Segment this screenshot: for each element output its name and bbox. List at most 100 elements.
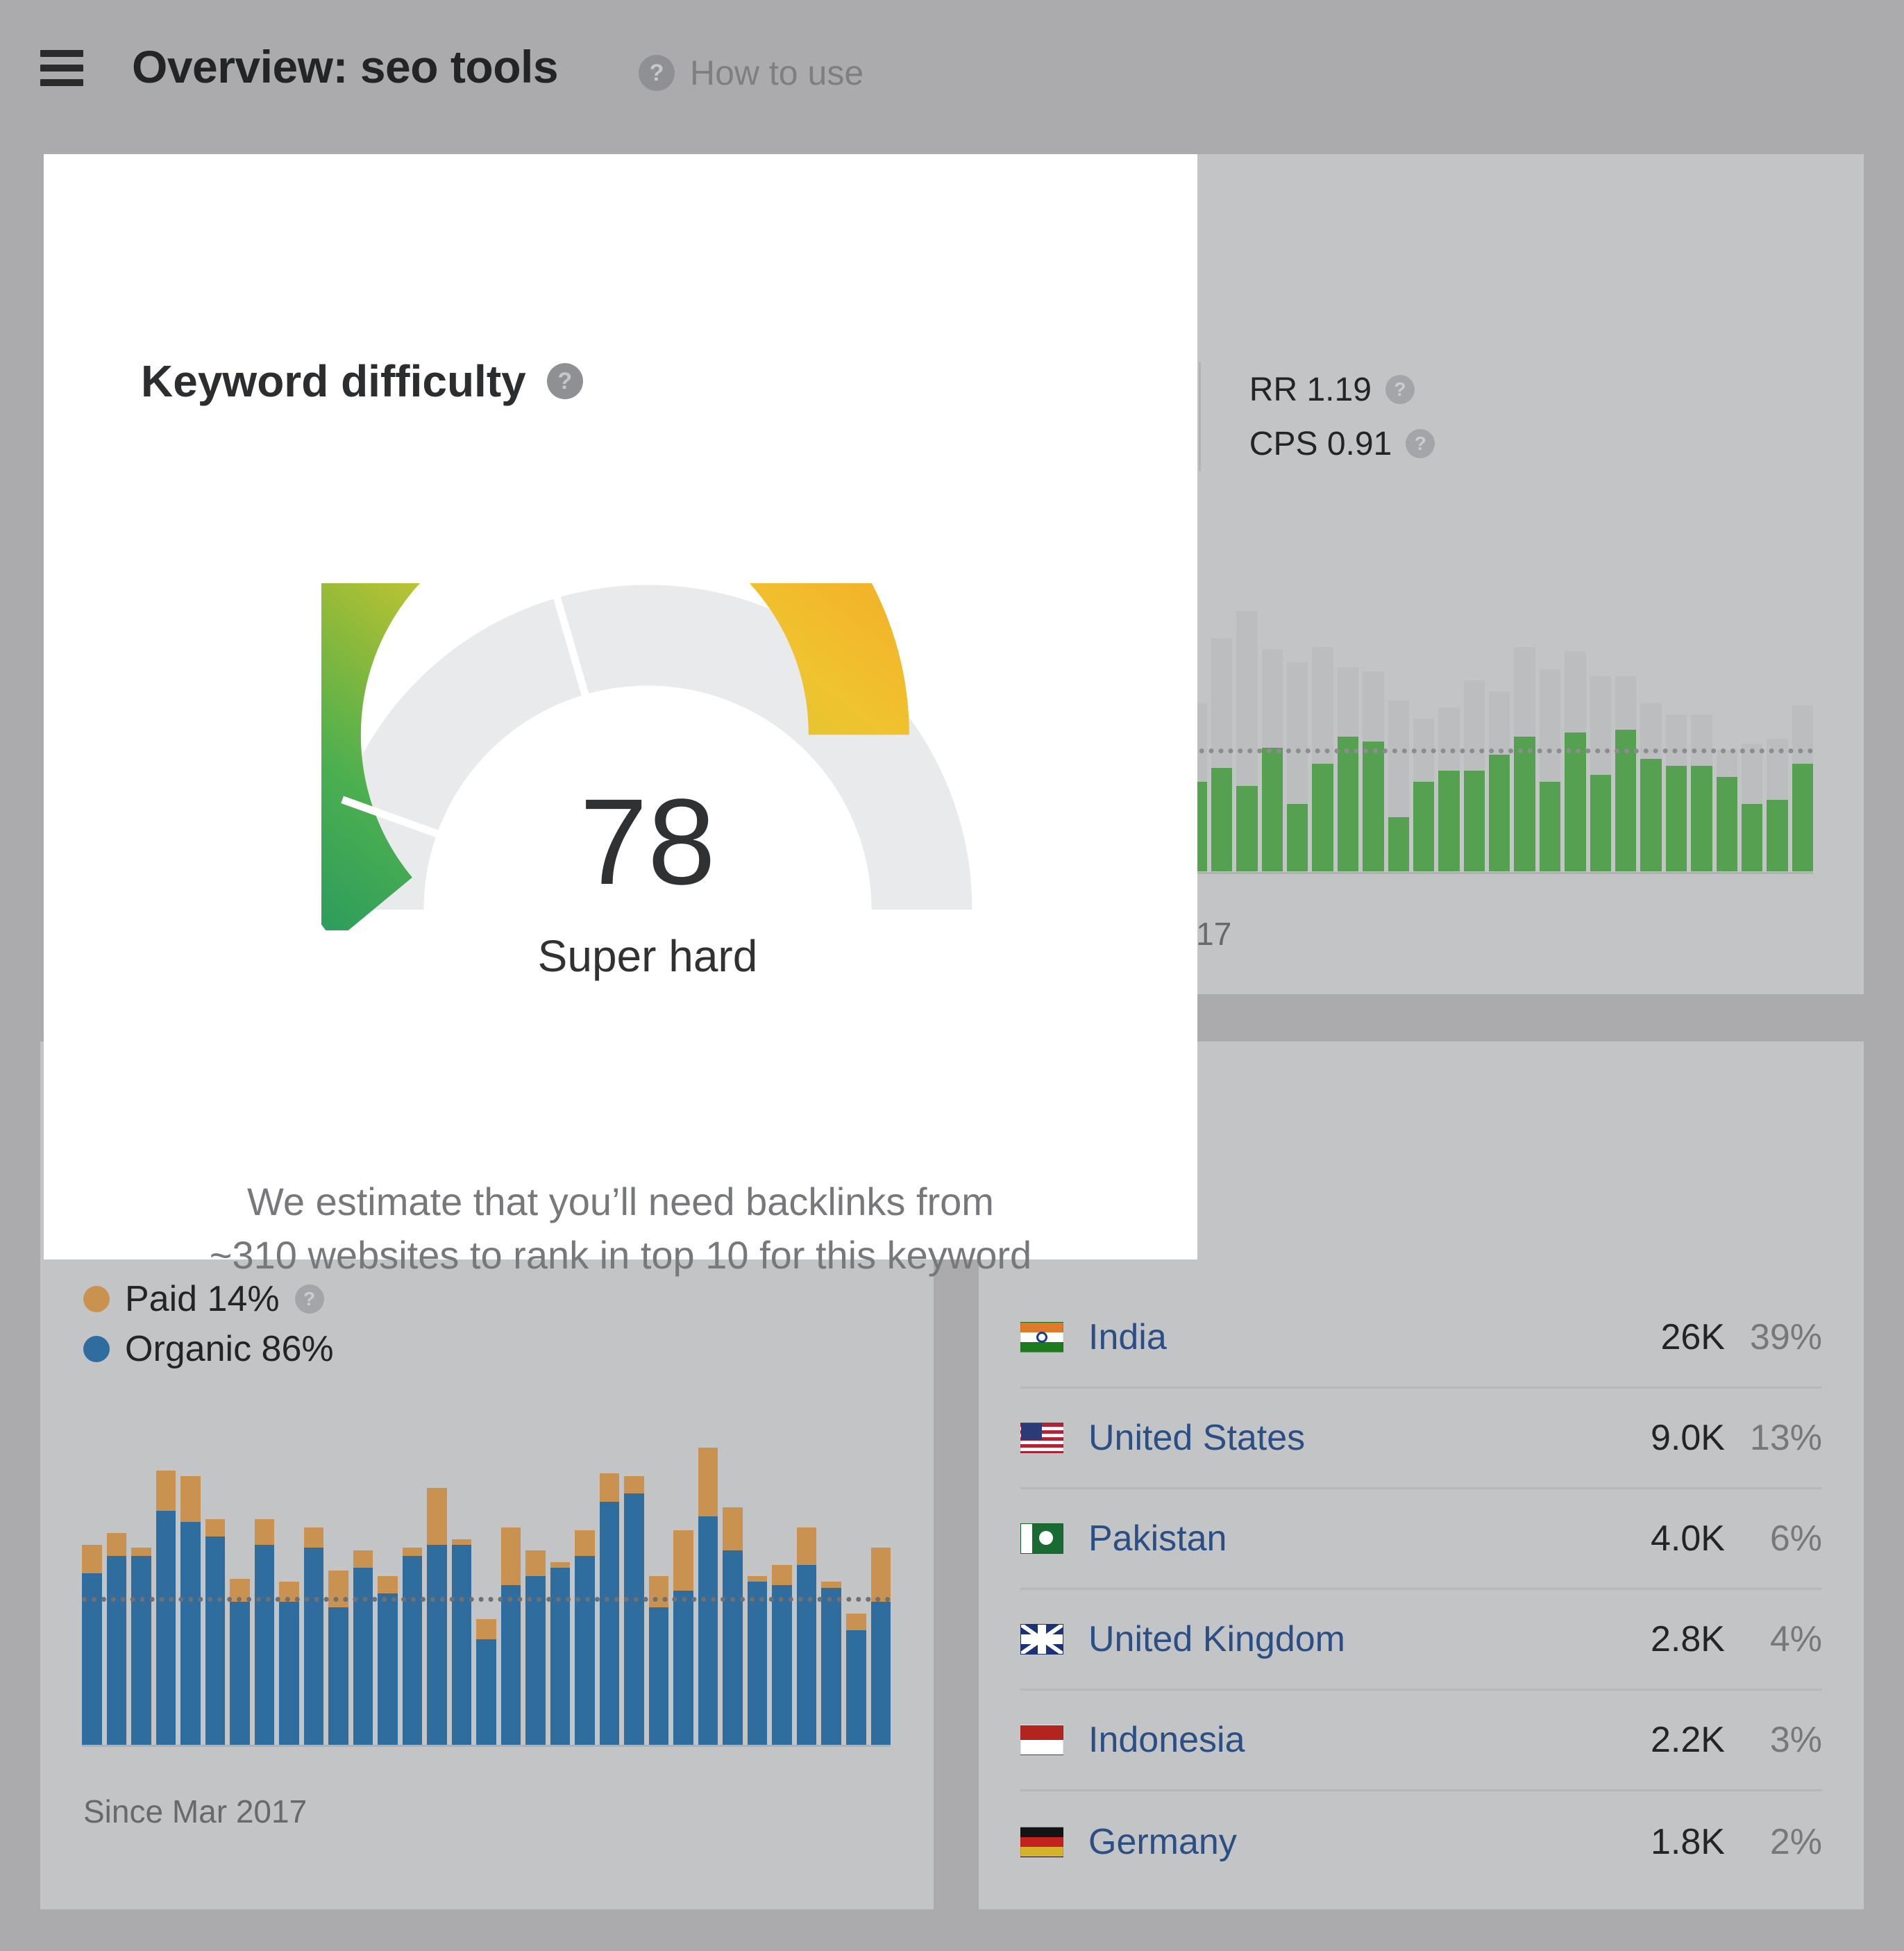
bar-segment-upper (1262, 649, 1283, 748)
bar-segment-upper (525, 1550, 546, 1576)
bar-column[interactable] (255, 1448, 275, 1745)
country-row[interactable]: United Kingdom2.8K4% (1020, 1590, 1822, 1691)
bar-column[interactable] (1767, 611, 1787, 871)
bar-segment-upper (353, 1550, 373, 1568)
bar-column[interactable] (871, 1448, 891, 1745)
bar-segment-upper (698, 1448, 718, 1516)
bar-column[interactable] (1691, 611, 1712, 871)
country-name-link[interactable]: India (1088, 1316, 1593, 1358)
country-name-link[interactable]: United States (1088, 1417, 1593, 1459)
bar-segment-upper (550, 1562, 571, 1568)
country-row[interactable]: India26K39% (1020, 1288, 1822, 1389)
hamburger-icon[interactable] (40, 50, 83, 86)
bar-column[interactable] (1211, 611, 1232, 871)
clicks-legend: Paid 14% ? Organic 86% (83, 1274, 334, 1374)
country-row[interactable]: Indonesia2.2K3% (1020, 1691, 1822, 1791)
bar-column[interactable] (698, 1448, 718, 1745)
flag-id-icon (1020, 1725, 1063, 1755)
bar-segment-lower (600, 1502, 620, 1745)
modal-note-line-1: We estimate that you’ll need backlinks f… (141, 1175, 1100, 1228)
bar-segment-upper (1287, 662, 1308, 804)
bar-segment-lower (1438, 771, 1459, 871)
bar-segment-lower (1640, 759, 1661, 871)
bar-segment-lower (797, 1565, 817, 1745)
country-name-link[interactable]: Germany (1088, 1821, 1593, 1863)
bar-column[interactable] (624, 1448, 644, 1745)
bar-column[interactable] (1742, 611, 1762, 871)
bar-column[interactable] (205, 1448, 226, 1745)
bar-column[interactable] (328, 1448, 348, 1745)
country-name-link[interactable]: Pakistan (1088, 1518, 1593, 1559)
bar-column[interactable] (575, 1448, 595, 1745)
bar-column[interactable] (1615, 611, 1636, 871)
question-mark-icon[interactable]: ? (295, 1284, 324, 1314)
bar-column[interactable] (427, 1448, 447, 1745)
question-mark-icon[interactable]: ? (639, 55, 675, 91)
bar-column[interactable] (600, 1448, 620, 1745)
bar-segment-lower (550, 1568, 571, 1745)
bar-column[interactable] (846, 1448, 866, 1745)
bar-column[interactable] (1262, 611, 1283, 871)
bar-column[interactable] (403, 1448, 423, 1745)
question-mark-icon[interactable]: ? (1406, 429, 1435, 458)
bar-column[interactable] (797, 1448, 817, 1745)
bar-column[interactable] (821, 1448, 841, 1745)
bar-column[interactable] (748, 1448, 768, 1745)
bar-segment-upper (180, 1476, 201, 1522)
country-name-link[interactable]: Indonesia (1088, 1719, 1593, 1761)
metric-cps: CPS 0.91 ? (1249, 417, 1435, 471)
bar-column[interactable] (1338, 611, 1358, 871)
how-to-use-link[interactable]: ? How to use (639, 53, 863, 93)
bar-column[interactable] (230, 1448, 250, 1745)
country-row[interactable]: Pakistan4.0K6% (1020, 1489, 1822, 1590)
bar-column[interactable] (1717, 611, 1737, 871)
bar-column[interactable] (1514, 611, 1535, 871)
bar-column[interactable] (378, 1448, 398, 1745)
bar-column[interactable] (550, 1448, 571, 1745)
bar-column[interactable] (649, 1448, 669, 1745)
bar-column[interactable] (501, 1448, 521, 1745)
bar-column[interactable] (1489, 611, 1510, 871)
bar-column[interactable] (1413, 611, 1434, 871)
bar-column[interactable] (1312, 611, 1333, 871)
question-mark-icon[interactable]: ? (1385, 375, 1415, 404)
bar-column[interactable] (525, 1448, 546, 1745)
bar-segment-upper (1338, 667, 1358, 737)
bar-segment-lower (452, 1545, 472, 1745)
bar-column[interactable] (673, 1448, 693, 1745)
bar-column[interactable] (107, 1448, 127, 1745)
bar-column[interactable] (1540, 611, 1560, 871)
country-row[interactable]: United States9.0K13% (1020, 1389, 1822, 1489)
bar-segment-lower (871, 1602, 891, 1745)
bar-column[interactable] (1363, 611, 1383, 871)
bar-column[interactable] (279, 1448, 299, 1745)
bar-column[interactable] (1287, 611, 1308, 871)
bar-column[interactable] (723, 1448, 743, 1745)
bar-segment-lower (1489, 755, 1510, 871)
bar-segment-upper (1792, 705, 1813, 764)
bar-column[interactable] (1438, 611, 1459, 871)
question-mark-icon[interactable]: ? (547, 363, 583, 399)
bar-column[interactable] (1590, 611, 1611, 871)
bar-column[interactable] (772, 1448, 792, 1745)
country-name-link[interactable]: United Kingdom (1088, 1618, 1593, 1660)
bar-column[interactable] (131, 1448, 151, 1745)
bar-segment-upper (378, 1576, 398, 1593)
bar-column[interactable] (304, 1448, 324, 1745)
bar-column[interactable] (1666, 611, 1687, 871)
bar-column[interactable] (1236, 611, 1257, 871)
bar-segment-lower (1338, 737, 1358, 871)
bar-column[interactable] (353, 1448, 373, 1745)
bar-column[interactable] (1464, 611, 1485, 871)
bar-column[interactable] (1565, 611, 1585, 871)
bar-column[interactable] (452, 1448, 472, 1745)
bar-column[interactable] (1640, 611, 1661, 871)
bar-column[interactable] (1388, 611, 1409, 871)
bar-column[interactable] (156, 1448, 176, 1745)
metric-rr-label: RR 1.19 (1249, 371, 1372, 409)
bar-column[interactable] (180, 1448, 201, 1745)
bar-column[interactable] (1792, 611, 1813, 871)
bar-column[interactable] (476, 1448, 496, 1745)
country-row[interactable]: Germany1.8K2% (1020, 1791, 1822, 1892)
bar-column[interactable] (82, 1448, 102, 1745)
